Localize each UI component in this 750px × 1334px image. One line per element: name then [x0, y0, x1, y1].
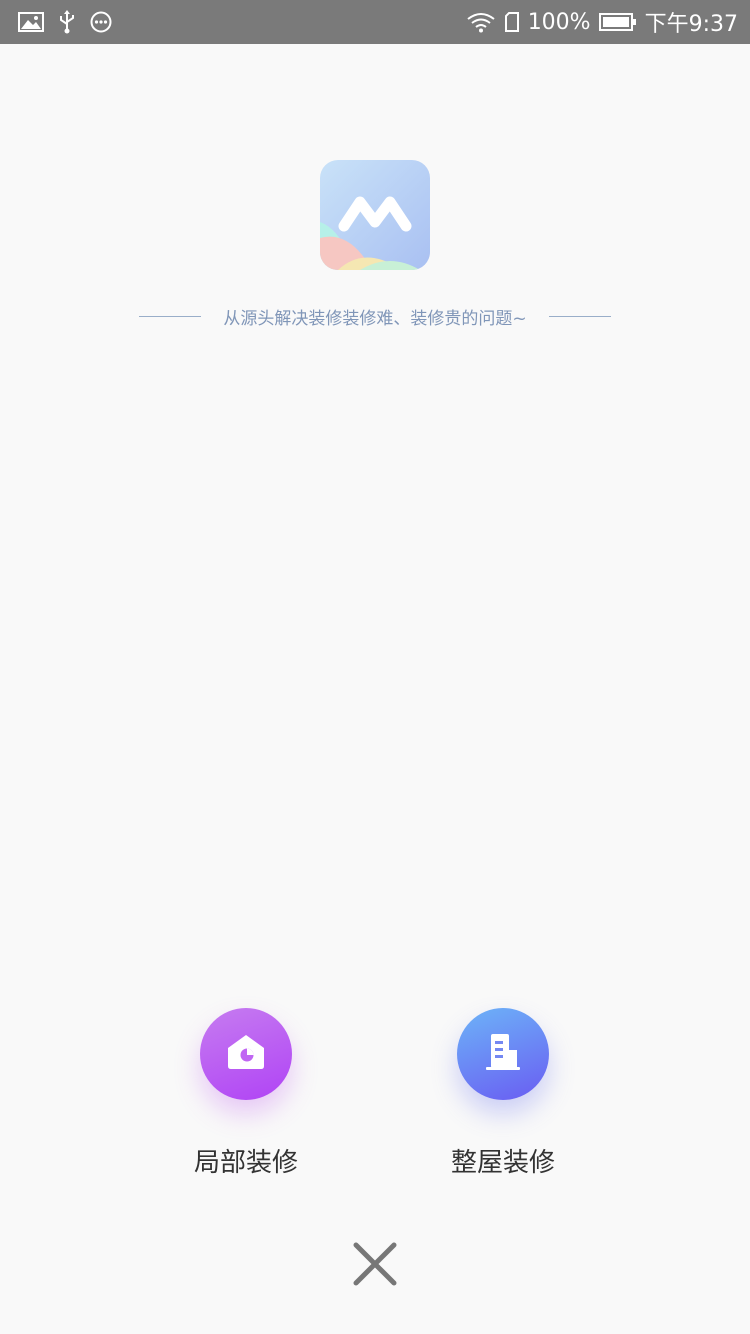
more-icon: [90, 11, 112, 33]
status-bar: 100% 下午9:37: [0, 0, 750, 44]
status-bar-right: 100% 下午9:37: [466, 6, 738, 38]
sim-icon: [504, 11, 520, 33]
tagline-divider-left: [139, 315, 202, 317]
tagline-row: 从源头解决装修装修难、装修贵的问题~: [0, 300, 750, 332]
local-renovation-button[interactable]: 局部装修: [146, 1008, 346, 1179]
local-renovation-label: 局部装修: [193, 1148, 298, 1178]
whole-house-renovation-button[interactable]: 整屋装修: [403, 1008, 603, 1179]
whole-house-renovation-circle[interactable]: [457, 1008, 549, 1100]
status-bar-left: [18, 10, 112, 34]
local-renovation-circle[interactable]: [200, 1008, 292, 1100]
image-icon: [18, 12, 44, 32]
building-icon: [481, 1030, 525, 1078]
usb-icon: [58, 10, 76, 34]
close-icon: [352, 1241, 398, 1291]
battery-icon: [598, 12, 637, 32]
app-logo-icon: [320, 160, 430, 270]
battery-percent: 100%: [527, 9, 591, 35]
wifi-icon: [466, 11, 496, 33]
close-button[interactable]: [349, 1240, 401, 1292]
tagline-divider-right: [548, 315, 611, 317]
status-time: 下午9:37: [644, 12, 738, 37]
house-icon: [224, 1032, 268, 1076]
tagline: 从源头解决装修装修难、装修贵的问题~: [223, 308, 527, 329]
whole-house-renovation-label: 整屋装修: [450, 1148, 555, 1178]
